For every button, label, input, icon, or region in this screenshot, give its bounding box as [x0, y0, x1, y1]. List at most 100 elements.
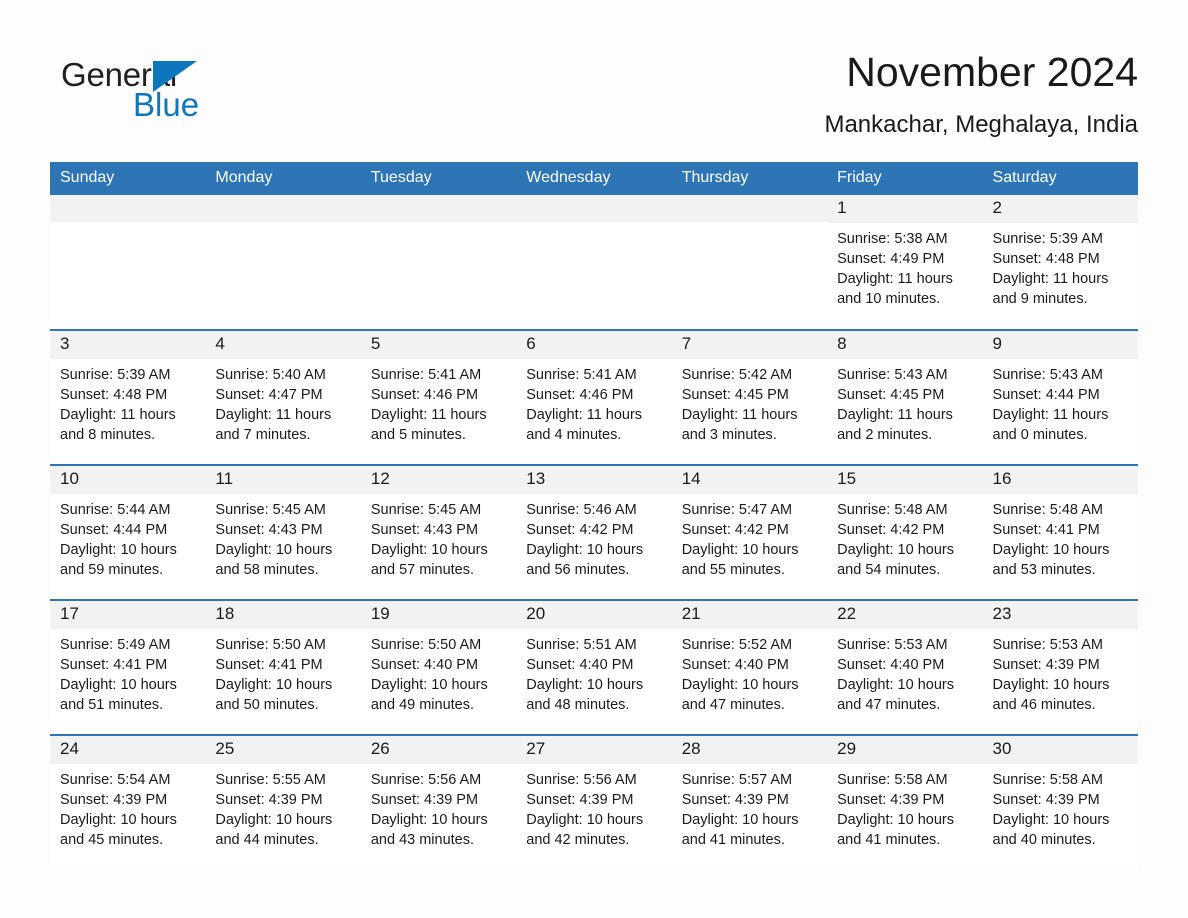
day-number: 8 — [827, 330, 983, 359]
day-daylight-line1-text: Daylight: 11 hours — [837, 270, 953, 287]
day-details: Sunrise: 5:56 AM Sunset: 4:39 PM Daylight:… — [516, 764, 671, 850]
calendar-day-cell[interactable]: 27 Sunrise: 5:56 AM Sunset: 4:39 PM Dayligh… — [516, 733, 672, 870]
calendar-day-cell[interactable]: 6 Sunrise: 5:41 AM Sunset: 4:46 PM Daylight… — [516, 328, 672, 465]
day-daylight-line1-text: Daylight: 11 hours — [526, 406, 643, 423]
day-sunrise-text: Sunrise: 5:53 AM — [992, 636, 1103, 653]
day-daylight-line1-text: Daylight: 10 hours — [370, 541, 488, 558]
day-number: 25 — [205, 735, 361, 764]
calendar-day-cell[interactable]: 19 Sunrise: 5:50 AM Sunset: 4:40 PM Dayligh… — [360, 598, 517, 735]
day-daylight-line1-text: Daylight: 10 hours — [215, 541, 333, 558]
calendar-day-cell[interactable]: 28 Sunrise: 5:57 AM Sunset: 4:39 PM Dayligh… — [671, 733, 828, 870]
calendar-day-cell[interactable]: 11 Sunrise: 5:45 AM Sunset: 4:43 PM Dayligh… — [205, 463, 361, 600]
day-daylight-line1-text: Daylight: 10 hours — [60, 811, 177, 828]
day-sunset-text: Sunset: 4:40 PM — [370, 656, 479, 673]
calendar-day-cell[interactable]: 29 Sunrise: 5:58 AM Sunset: 4:39 PM Dayligh… — [827, 733, 983, 870]
day-sunset-text: Sunset: 4:41 PM — [992, 521, 1100, 538]
day-number: 16 — [982, 465, 1138, 494]
day-daylight-line1-text: Daylight: 10 hours — [837, 676, 954, 693]
day-details: Sunrise: 5:56 AM Sunset: 4:39 PM Daylight:… — [361, 764, 516, 850]
calendar-day-cell[interactable]: 12 Sunrise: 5:45 AM Sunset: 4:43 PM Dayligh… — [360, 463, 517, 600]
day-details: Sunrise: 5:46 AM Sunset: 4:42 PM Daylight:… — [516, 494, 671, 580]
calendar-day-cell[interactable]: 13 Sunrise: 5:46 AM Sunset: 4:42 PM Dayligh… — [516, 463, 672, 600]
day-number: 7 — [671, 330, 828, 359]
calendar-day-cell[interactable]: 25 Sunrise: 5:55 AM Sunset: 4:39 PM Dayligh… — [205, 733, 361, 870]
calendar-day-cell[interactable]: 5 Sunrise: 5:41 AM Sunset: 4:46 PM Daylight… — [360, 328, 517, 465]
day-daylight-line2-text: and 53 minutes. — [992, 561, 1096, 578]
day-number: 24 — [50, 735, 206, 764]
calendar-day-cell[interactable]: 8 Sunrise: 5:43 AM Sunset: 4:45 PM Daylight… — [827, 328, 983, 465]
calendar-day-cell[interactable]: 18 Sunrise: 5:50 AM Sunset: 4:41 PM Dayligh… — [205, 598, 361, 735]
day-number: 22 — [827, 600, 983, 629]
day-sunrise-text: Sunrise: 5:52 AM — [681, 636, 793, 653]
day-daylight-line1-text: Daylight: 11 hours — [992, 406, 1109, 423]
day-details: Sunrise: 5:51 AM Sunset: 4:40 PM Daylight:… — [516, 629, 671, 715]
day-daylight-line1-text: Daylight: 10 hours — [681, 541, 799, 558]
calendar-day-cell[interactable]: 24 Sunrise: 5:54 AM Sunset: 4:39 PM Dayligh… — [50, 733, 206, 870]
day-number: 14 — [671, 465, 828, 494]
calendar-day-cell[interactable]: 1 Sunrise: 5:38 AM Sunset: 4:49 PM Daylight… — [827, 194, 983, 330]
day-daylight-line2-text: and 0 minutes. — [992, 426, 1088, 443]
day-sunset-text: Sunset: 4:41 PM — [215, 656, 323, 673]
day-daylight-line1-text: Daylight: 10 hours — [60, 676, 177, 693]
calendar-day-cell[interactable]: 7 Sunrise: 5:42 AM Sunset: 4:45 PM Daylight… — [671, 328, 828, 465]
weekday-header-sunday: Sunday — [50, 161, 206, 195]
calendar-day-cell[interactable]: 26 Sunrise: 5:56 AM Sunset: 4:39 PM Dayligh… — [360, 733, 517, 870]
day-sunrise-text: Sunrise: 5:51 AM — [526, 636, 637, 653]
day-sunset-text: Sunset: 4:46 PM — [370, 386, 479, 403]
calendar-day-cell[interactable]: 22 Sunrise: 5:53 AM Sunset: 4:40 PM Dayligh… — [827, 598, 983, 735]
day-daylight-line2-text: and 59 minutes. — [60, 561, 164, 578]
day-daylight-line2-text: and 58 minutes. — [215, 561, 319, 578]
calendar-day-cell[interactable]: 15 Sunrise: 5:48 AM Sunset: 4:42 PM Dayligh… — [827, 463, 983, 600]
day-sunrise-text: Sunrise: 5:41 AM — [370, 366, 482, 383]
day-details: Sunrise: 5:43 AM Sunset: 4:45 PM Daylight:… — [827, 359, 982, 445]
calendar-day-cell[interactable]: 10 Sunrise: 5:44 AM Sunset: 4:44 PM Dayligh… — [50, 463, 206, 600]
calendar-day-cell[interactable]: 3 Sunrise: 5:39 AM Sunset: 4:48 PM Daylight… — [50, 328, 206, 465]
general-blue-logo[interactable]: General Blue — [59, 48, 259, 128]
day-daylight-line2-text: and 47 minutes. — [681, 696, 785, 713]
weekday-header-tuesday: Tuesday — [360, 161, 517, 195]
day-number: 13 — [516, 465, 672, 494]
calendar-day-cell-empty — [205, 194, 361, 330]
day-sunset-text: Sunset: 4:42 PM — [837, 521, 945, 538]
day-daylight-line1-text: Daylight: 10 hours — [992, 811, 1110, 828]
calendar-week-row: 17 Sunrise: 5:49 AM Sunset: 4:41 PM Dayligh… — [50, 598, 1138, 735]
day-number: 29 — [827, 735, 983, 764]
day-daylight-line1-text: Daylight: 10 hours — [370, 811, 488, 828]
day-sunset-text: Sunset: 4:39 PM — [370, 791, 479, 808]
day-daylight-line2-text: and 3 minutes. — [681, 426, 777, 443]
day-details: Sunrise: 5:47 AM Sunset: 4:42 PM Daylight:… — [672, 494, 827, 580]
day-sunset-text: Sunset: 4:40 PM — [837, 656, 945, 673]
day-sunset-text: Sunset: 4:41 PM — [60, 656, 168, 673]
weekday-header-friday: Friday — [827, 161, 983, 195]
day-daylight-line2-text: and 56 minutes. — [526, 561, 630, 578]
day-daylight-line1-text: Daylight: 10 hours — [60, 541, 177, 558]
day-sunset-text: Sunset: 4:39 PM — [526, 791, 634, 808]
day-daylight-line1-text: Daylight: 10 hours — [992, 676, 1110, 693]
calendar-day-cell[interactable]: 21 Sunrise: 5:52 AM Sunset: 4:40 PM Dayligh… — [671, 598, 828, 735]
day-sunrise-text: Sunrise: 5:53 AM — [837, 636, 948, 653]
calendar-day-cell[interactable]: 9 Sunrise: 5:43 AM Sunset: 4:44 PM Daylight… — [982, 328, 1138, 465]
calendar-day-cell[interactable]: 30 Sunrise: 5:58 AM Sunset: 4:39 PM Dayligh… — [982, 733, 1138, 870]
calendar-week-row: 24 Sunrise: 5:54 AM Sunset: 4:39 PM Dayligh… — [50, 733, 1138, 870]
calendar-day-cell[interactable]: 14 Sunrise: 5:47 AM Sunset: 4:42 PM Dayligh… — [671, 463, 828, 600]
day-daylight-line1-text: Daylight: 11 hours — [370, 406, 487, 423]
calendar-day-cell[interactable]: 4 Sunrise: 5:40 AM Sunset: 4:47 PM Daylight… — [205, 328, 361, 465]
calendar-day-cell[interactable]: 16 Sunrise: 5:48 AM Sunset: 4:41 PM Dayligh… — [982, 463, 1138, 600]
calendar-day-cell[interactable]: 2 Sunrise: 5:39 AM Sunset: 4:48 PM Daylight… — [982, 194, 1138, 330]
day-daylight-line2-text: and 57 minutes. — [370, 561, 475, 578]
day-sunrise-text: Sunrise: 5:38 AM — [837, 230, 948, 247]
day-details: Sunrise: 5:57 AM Sunset: 4:39 PM Daylight:… — [672, 764, 827, 850]
day-sunset-text: Sunset: 4:42 PM — [681, 521, 789, 538]
day-daylight-line2-text: and 44 minutes. — [215, 831, 319, 848]
calendar-day-cell[interactable]: 17 Sunrise: 5:49 AM Sunset: 4:41 PM Dayligh… — [50, 598, 206, 735]
calendar-day-cell[interactable]: 20 Sunrise: 5:51 AM Sunset: 4:40 PM Dayligh… — [516, 598, 672, 735]
day-sunset-text: Sunset: 4:39 PM — [681, 791, 789, 808]
day-sunset-text: Sunset: 4:39 PM — [992, 791, 1100, 808]
day-number: 3 — [50, 330, 206, 359]
calendar-day-cell[interactable]: 23 Sunrise: 5:53 AM Sunset: 4:39 PM Dayligh… — [982, 598, 1138, 735]
calendar-week-row: 10 Sunrise: 5:44 AM Sunset: 4:44 PM Dayligh… — [50, 463, 1138, 600]
day-details: Sunrise: 5:48 AM Sunset: 4:41 PM Daylight:… — [983, 494, 1138, 580]
day-number: 4 — [205, 330, 361, 359]
day-number: 23 — [982, 600, 1138, 629]
day-details: Sunrise: 5:58 AM Sunset: 4:39 PM Daylight:… — [827, 764, 982, 850]
